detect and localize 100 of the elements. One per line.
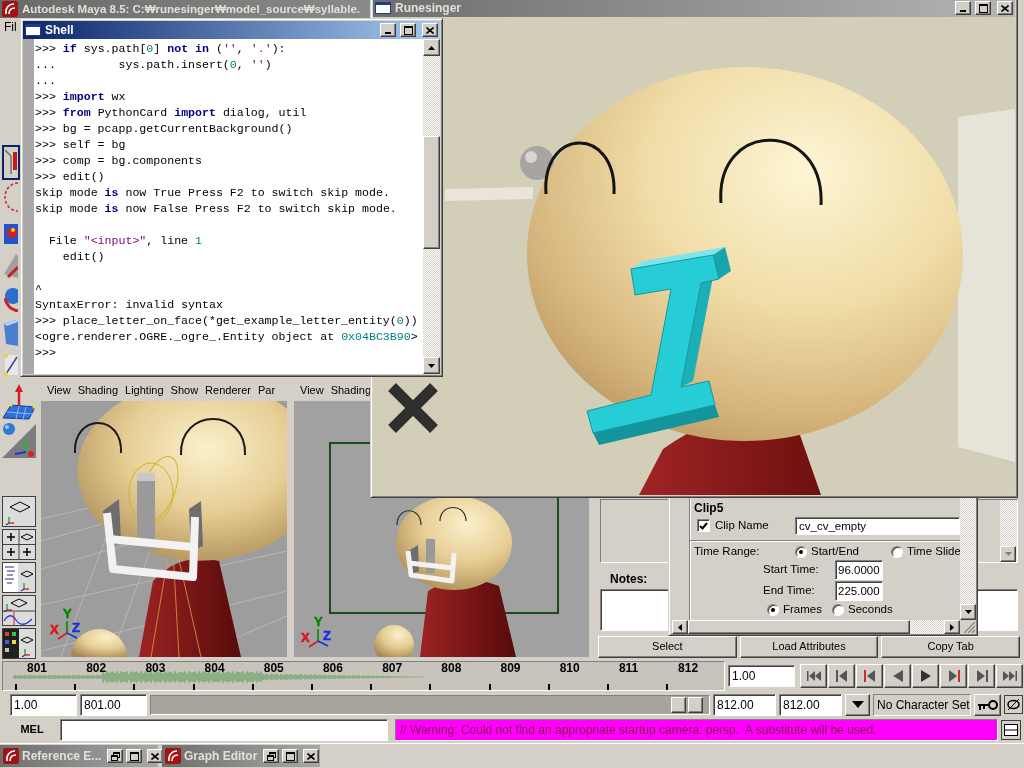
slashed-oval-icon[interactable] bbox=[1004, 695, 1023, 714]
minimize-button[interactable] bbox=[380, 23, 396, 37]
radio-label: Seconds bbox=[848, 603, 893, 617]
frame-tick bbox=[133, 684, 136, 690]
up-arrow-icon bbox=[428, 45, 435, 50]
timeline-ruler[interactable]: 801 802 803 804 805 806 807 808 809 810 811 812 bbox=[2, 661, 725, 691]
minimize-button[interactable] bbox=[955, 1, 971, 15]
close-icon bbox=[426, 26, 434, 34]
viewport-menu-item[interactable]: Par bbox=[257, 384, 276, 398]
close-icon bbox=[151, 752, 160, 760]
frame-tick bbox=[429, 684, 432, 690]
single-pane-layout-icon[interactable] bbox=[2, 496, 36, 527]
lines-box-icon[interactable] bbox=[1001, 720, 1021, 740]
close-button[interactable] bbox=[303, 749, 320, 763]
scroll-down-button[interactable] bbox=[1000, 546, 1016, 562]
step-forward-frame-button[interactable] bbox=[940, 664, 967, 688]
end-time-field[interactable]: 812.00 bbox=[779, 693, 842, 716]
viewport-menu-item[interactable]: Lighting bbox=[125, 384, 164, 398]
radio-button[interactable] bbox=[890, 546, 903, 558]
maximize-button[interactable] bbox=[400, 23, 416, 37]
restore-button[interactable] bbox=[263, 749, 280, 763]
go-to-end-button[interactable] bbox=[996, 664, 1023, 688]
right-arrow-icon bbox=[950, 623, 954, 631]
play-backward-button[interactable] bbox=[884, 664, 911, 688]
go-to-start-button[interactable] bbox=[800, 664, 827, 688]
surface-arrow-icon[interactable] bbox=[2, 384, 36, 420]
scroll-down-button[interactable] bbox=[423, 357, 440, 374]
bar-forward-icon bbox=[974, 670, 989, 682]
console-line: ^ bbox=[35, 281, 43, 297]
console-line: >>> bbox=[35, 345, 57, 361]
axis-label: X bbox=[301, 630, 310, 645]
viewport-menu-item[interactable]: Renderer bbox=[205, 384, 251, 398]
radio-label: Frames bbox=[783, 603, 822, 617]
attribute-editor-button[interactable]: Copy Tab bbox=[881, 636, 1020, 658]
window-title: Shell bbox=[45, 22, 74, 38]
maximize-button[interactable] bbox=[282, 749, 299, 763]
current-frame-field[interactable]: 1.00 bbox=[728, 665, 795, 687]
bar-back-icon bbox=[862, 670, 877, 682]
console-line: >>> if sys.path[0] not in ('', '.'): bbox=[35, 41, 287, 57]
language-button[interactable]: MEL bbox=[8, 719, 56, 741]
maximize-icon bbox=[285, 751, 295, 761]
viewport-menu-item[interactable]: Shading bbox=[330, 384, 372, 398]
range-end-field[interactable]: 812.00 bbox=[713, 693, 776, 716]
radio-button[interactable] bbox=[795, 546, 807, 558]
end-time-field[interactable]: 225.000 bbox=[835, 580, 883, 601]
grid-layout-icon[interactable] bbox=[2, 628, 36, 659]
window-icon bbox=[25, 24, 41, 36]
graph-layout-icon[interactable] bbox=[2, 595, 36, 626]
selection-tool-icon[interactable] bbox=[2, 145, 20, 180]
step-back-key-button[interactable] bbox=[828, 664, 855, 688]
minimized-window-title: Reference E... bbox=[22, 748, 102, 764]
resize-grip-icon[interactable] bbox=[964, 622, 975, 633]
frame-tick bbox=[15, 684, 17, 690]
auto-key-button[interactable] bbox=[974, 693, 1001, 716]
command-field[interactable] bbox=[60, 719, 388, 741]
start-time-field[interactable]: 96.0000 bbox=[835, 559, 883, 580]
close-button[interactable] bbox=[147, 749, 164, 763]
sphere-axes-icon[interactable] bbox=[2, 421, 36, 458]
maximize-button[interactable] bbox=[975, 1, 991, 15]
character-set-dropdown-button[interactable] bbox=[845, 693, 870, 716]
viewport-menu-item[interactable]: Show bbox=[170, 384, 199, 398]
scroll-left-button[interactable] bbox=[672, 620, 688, 634]
range-start-field[interactable]: 801.00 bbox=[80, 693, 147, 716]
step-forward-key-button[interactable] bbox=[968, 664, 995, 688]
range-bar[interactable] bbox=[150, 694, 710, 715]
menu-item[interactable]: Fil bbox=[4, 19, 17, 35]
start-time-field[interactable]: 1.00 bbox=[10, 693, 77, 716]
down-arrow-icon bbox=[428, 363, 435, 368]
outliner-layout-icon[interactable] bbox=[2, 562, 36, 593]
step-back-frame-button[interactable] bbox=[856, 664, 883, 688]
console-line: >>> from PythonCard import dialog, util bbox=[35, 105, 308, 121]
radio-button[interactable] bbox=[832, 604, 844, 616]
scrollbar-thumb[interactable] bbox=[423, 136, 440, 249]
console-line: >>> self = bg bbox=[35, 137, 127, 153]
range-handle[interactable] bbox=[671, 696, 703, 713]
viewport-menu-item[interactable]: View bbox=[300, 384, 324, 398]
attribute-editor-button[interactable]: Load Attributes bbox=[739, 636, 879, 658]
app-logo-icon bbox=[165, 748, 181, 764]
maximize-button[interactable] bbox=[126, 749, 143, 763]
radio-button[interactable] bbox=[767, 604, 779, 616]
frame-number: 808 bbox=[441, 662, 462, 675]
character-set-field[interactable]: No Character Set bbox=[873, 693, 971, 716]
console-line: >>> comp = bg.components bbox=[35, 153, 203, 169]
viewport-menu-item[interactable]: View bbox=[47, 384, 71, 398]
manipulator-icon[interactable] bbox=[2, 352, 20, 378]
axis-label: Z bbox=[72, 620, 80, 635]
restore-button[interactable] bbox=[107, 749, 124, 763]
scroll-right-button[interactable] bbox=[944, 620, 960, 634]
close-button[interactable] bbox=[997, 1, 1013, 15]
console-line: >>> edit() bbox=[35, 169, 106, 185]
attribute-editor-button[interactable]: Select bbox=[598, 636, 737, 658]
four-pane-layout-icon[interactable] bbox=[2, 529, 36, 560]
clip-name-field[interactable]: cv_cv_empty bbox=[795, 517, 960, 535]
viewport-menu-item[interactable]: Shading bbox=[77, 384, 119, 398]
console-line: >>> bg = pcapp.getCurrentBackground() bbox=[35, 121, 294, 137]
scroll-up-button[interactable] bbox=[423, 39, 440, 56]
close-button[interactable] bbox=[422, 23, 438, 37]
play-forward-button[interactable] bbox=[912, 664, 939, 688]
scroll-down-button[interactable] bbox=[960, 604, 976, 620]
checkbox[interactable] bbox=[697, 519, 710, 533]
